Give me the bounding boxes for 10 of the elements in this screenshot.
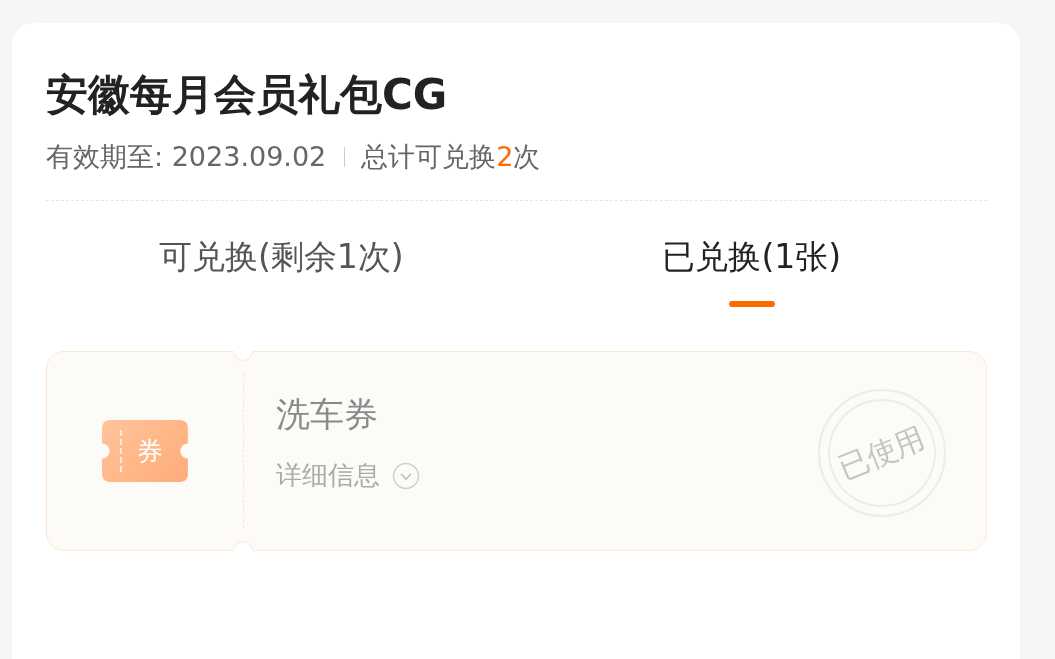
coupon-name: 洗车券 xyxy=(276,393,379,436)
chevron-down-icon xyxy=(392,461,420,490)
coupon-badge-icon: 券 xyxy=(102,420,188,482)
redeem-total-text: 总计可兑换2次 xyxy=(361,140,541,174)
tab[interactable]: 可兑换(剩余1次) xyxy=(158,235,404,279)
used-stamp: 已使用 xyxy=(818,389,946,517)
validity-date: 有效期至: 2023.09.02 xyxy=(46,140,327,174)
package-title: 安徽每月会员礼包CG xyxy=(46,69,449,121)
tab[interactable]: 已兑换(1张) xyxy=(662,235,842,279)
tab-indicator xyxy=(728,301,775,307)
